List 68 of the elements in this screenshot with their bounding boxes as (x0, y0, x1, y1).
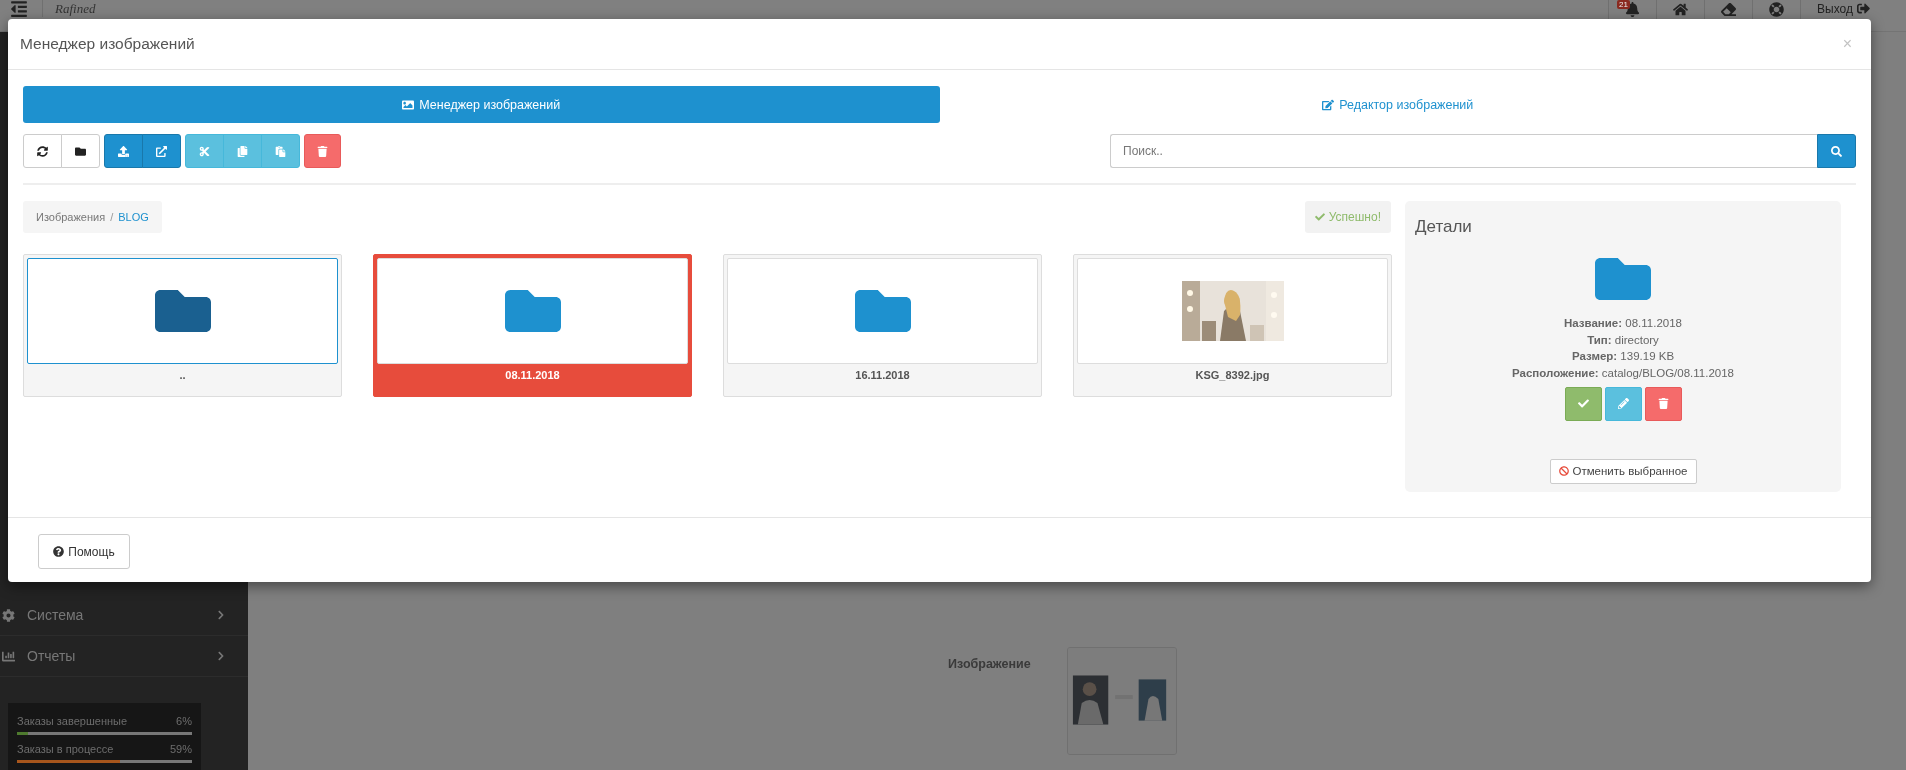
external-link-button[interactable] (142, 134, 181, 168)
lifebuoy-icon[interactable] (1769, 2, 1785, 17)
external-link-icon (156, 145, 167, 157)
stat-label: Заказы в процессе (17, 743, 114, 755)
file-tile[interactable]: .. (23, 254, 342, 397)
trash-icon (1657, 398, 1669, 410)
paste-button[interactable] (261, 134, 300, 168)
stat-label: Заказы завершенные (17, 715, 128, 727)
breadcrumb-link[interactable]: Изображения (36, 211, 106, 223)
upload-button[interactable] (104, 134, 143, 168)
cancel-selection-button[interactable]: Отменить выбранное (1549, 458, 1697, 484)
file-tile[interactable]: KSG_8392.jpg (1073, 254, 1392, 397)
detail-line: Тип: directory (1587, 332, 1659, 348)
select-button[interactable] (1564, 386, 1602, 421)
sidebar-item[interactable]: Отчеты (0, 636, 248, 677)
tab[interactable]: Редактор изображений (939, 86, 1856, 123)
edit-icon (1322, 98, 1335, 111)
trash-icon (317, 145, 328, 157)
copy-icon (237, 145, 248, 157)
copy-button[interactable] (223, 134, 262, 168)
stat-reading: 6% (176, 715, 192, 727)
help-button[interactable]: Помощь (38, 534, 130, 569)
file-name: 08.11.2018 (504, 369, 561, 381)
file-name: .. (178, 369, 187, 381)
sign-out-icon (1857, 2, 1870, 15)
check-icon (1314, 212, 1325, 222)
search-button[interactable] (1817, 134, 1856, 168)
question-icon (53, 546, 65, 557)
file-tile[interactable]: 08.11.2018 (373, 254, 692, 397)
status-message: Успешно! (1304, 201, 1391, 233)
delete-button[interactable] (304, 134, 341, 168)
check-icon (1577, 398, 1589, 410)
gear-icon (2, 608, 15, 622)
eraser-icon[interactable] (1721, 2, 1737, 17)
sidebar-item[interactable]: Система (0, 595, 248, 636)
search-field[interactable]: Поиск.. (1110, 134, 1817, 168)
detail-line: Размер: 139.19 KB (1571, 349, 1675, 365)
tab[interactable]: Менеджер изображений (23, 86, 940, 123)
chevron-icon (216, 610, 226, 620)
delete-button[interactable] (1644, 386, 1682, 421)
chart-icon (2, 649, 15, 663)
paste-icon (275, 145, 286, 157)
details-title: Детали (1415, 217, 1472, 237)
refresh-button[interactable] (23, 134, 62, 168)
file-name: 16.11.2018 (854, 369, 911, 381)
folder-icon (75, 145, 86, 157)
breadcrumb-separator: / (110, 211, 114, 223)
file-tile[interactable]: 16.11.2018 (723, 254, 1042, 397)
upload-icon (118, 145, 129, 157)
chevron-icon (216, 651, 226, 661)
breadcrumb-link[interactable]: BLOG (118, 211, 149, 223)
ban-icon (1558, 466, 1569, 477)
stat-reading: 59% (169, 743, 192, 755)
home-icon[interactable] (1673, 2, 1689, 17)
file-name: KSG_8392.jpg (1194, 369, 1271, 381)
logo: Rafined (42, 0, 96, 17)
detail-line: Название: 08.11.2018 (1564, 316, 1682, 331)
notification-badge: 21 (1617, 0, 1630, 9)
scissors-icon (199, 145, 210, 157)
modal-title: Менеджер изображений (20, 35, 195, 53)
new-folder-button[interactable] (61, 134, 100, 168)
image-icon (402, 98, 415, 111)
menu-icon[interactable] (10, 0, 28, 18)
search-icon (1831, 145, 1842, 157)
detail-line: Расположение: catalog/BLOG/08.11.2018 (1512, 366, 1734, 382)
refresh-icon (37, 145, 48, 157)
field-label: Изображение (948, 657, 1031, 671)
pencil-icon (1617, 398, 1629, 410)
